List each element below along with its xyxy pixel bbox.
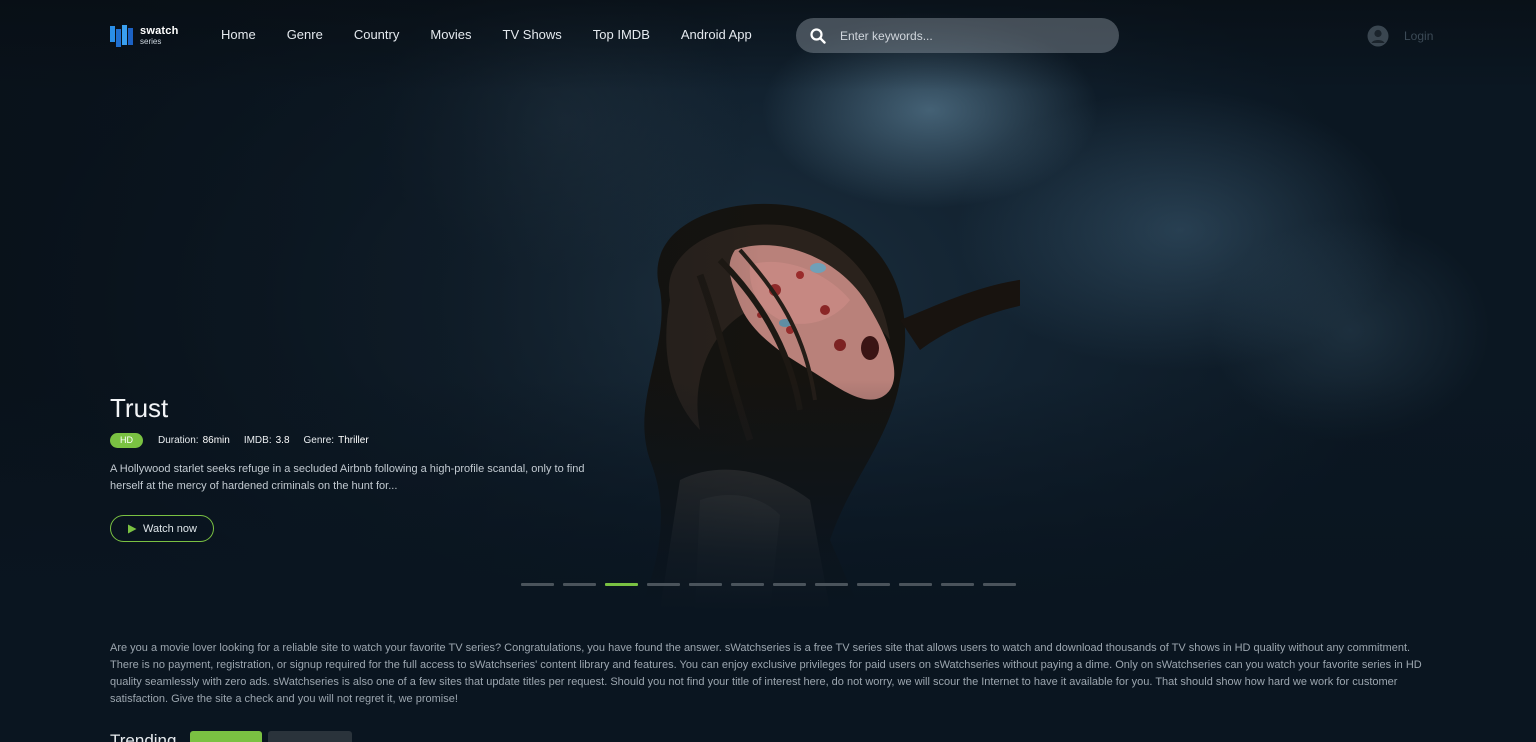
login-button[interactable]: Login: [1367, 24, 1433, 48]
genre-meta: Genre: Thriller: [304, 435, 369, 446]
tab-trending-movies[interactable]: [190, 731, 263, 742]
duration-meta: Duration: 86min: [158, 435, 230, 446]
hero-shade-bottom: [0, 380, 1536, 612]
quality-badge: HD: [110, 432, 143, 448]
nav-item-android-app[interactable]: Android App: [681, 27, 752, 45]
watch-now-label: Watch now: [142, 522, 197, 535]
nav-item-genre[interactable]: Genre: [287, 27, 323, 45]
trending-title: Trending: [110, 731, 177, 742]
slider-dot-11[interactable]: [941, 583, 974, 586]
main-nav: Home Genre Country Movies TV Shows Top I…: [221, 27, 783, 45]
slider-dot-4[interactable]: [647, 583, 680, 586]
site-logo[interactable]: swatch series: [110, 22, 182, 50]
about-text: Are you a movie lover looking for a reli…: [110, 642, 1422, 705]
nav-item-home[interactable]: Home: [221, 27, 256, 45]
trending-section: Trending: [110, 731, 358, 742]
search-icon[interactable]: [810, 27, 826, 44]
tab-trending-tv-shows[interactable]: [268, 731, 353, 742]
nav-item-movies[interactable]: Movies: [430, 27, 471, 45]
slider-dot-5[interactable]: [689, 583, 722, 586]
imdb-label: IMDB:: [243, 434, 272, 446]
slider-pagination: [521, 583, 1025, 587]
slider-dot-12[interactable]: [983, 583, 1016, 586]
genre-value[interactable]: Thriller: [338, 435, 369, 446]
bars-logo-icon: [110, 25, 133, 47]
nav-item-tv-shows[interactable]: TV Shows: [503, 27, 562, 45]
search-bar: [796, 18, 1119, 53]
hero-description: A Hollywood starlet seeks refuge in a se…: [110, 463, 585, 492]
search-input[interactable]: [840, 23, 1100, 48]
slider-dot-6[interactable]: [731, 583, 764, 586]
slider-dot-1[interactable]: [521, 583, 554, 586]
hero-meta: HD Duration: 86min IMDB: 3.8 Genre: Thrille…: [110, 432, 383, 448]
hero-title[interactable]: Trust: [110, 393, 168, 424]
imdb-value: 3.8: [275, 434, 290, 446]
login-label: Login: [1404, 29, 1434, 43]
logo-word: swatch: [140, 25, 179, 37]
slider-dot-8[interactable]: [815, 583, 848, 586]
play-icon: [127, 524, 137, 533]
duration-label: Duration:: [158, 434, 199, 446]
user-circle-icon: [1367, 25, 1389, 47]
imdb-meta: IMDB: 3.8: [244, 435, 290, 446]
genre-label: Genre:: [303, 434, 335, 446]
nav-item-top-imdb[interactable]: Top IMDB: [593, 27, 650, 45]
slider-dot-3[interactable]: [605, 583, 638, 586]
hero-banner: [0, 0, 1536, 612]
site-header: swatch series Home Genre Country Movies …: [0, 0, 1536, 72]
duration-value: 86min: [202, 434, 230, 446]
slider-dot-9[interactable]: [857, 583, 890, 586]
logo-sub: series: [140, 37, 162, 46]
slider-dot-2[interactable]: [563, 583, 596, 586]
watch-now-button[interactable]: Watch now: [110, 515, 214, 542]
slider-dot-7[interactable]: [773, 583, 806, 586]
nav-item-country[interactable]: Country: [354, 27, 400, 45]
slider-dot-10[interactable]: [899, 583, 932, 586]
